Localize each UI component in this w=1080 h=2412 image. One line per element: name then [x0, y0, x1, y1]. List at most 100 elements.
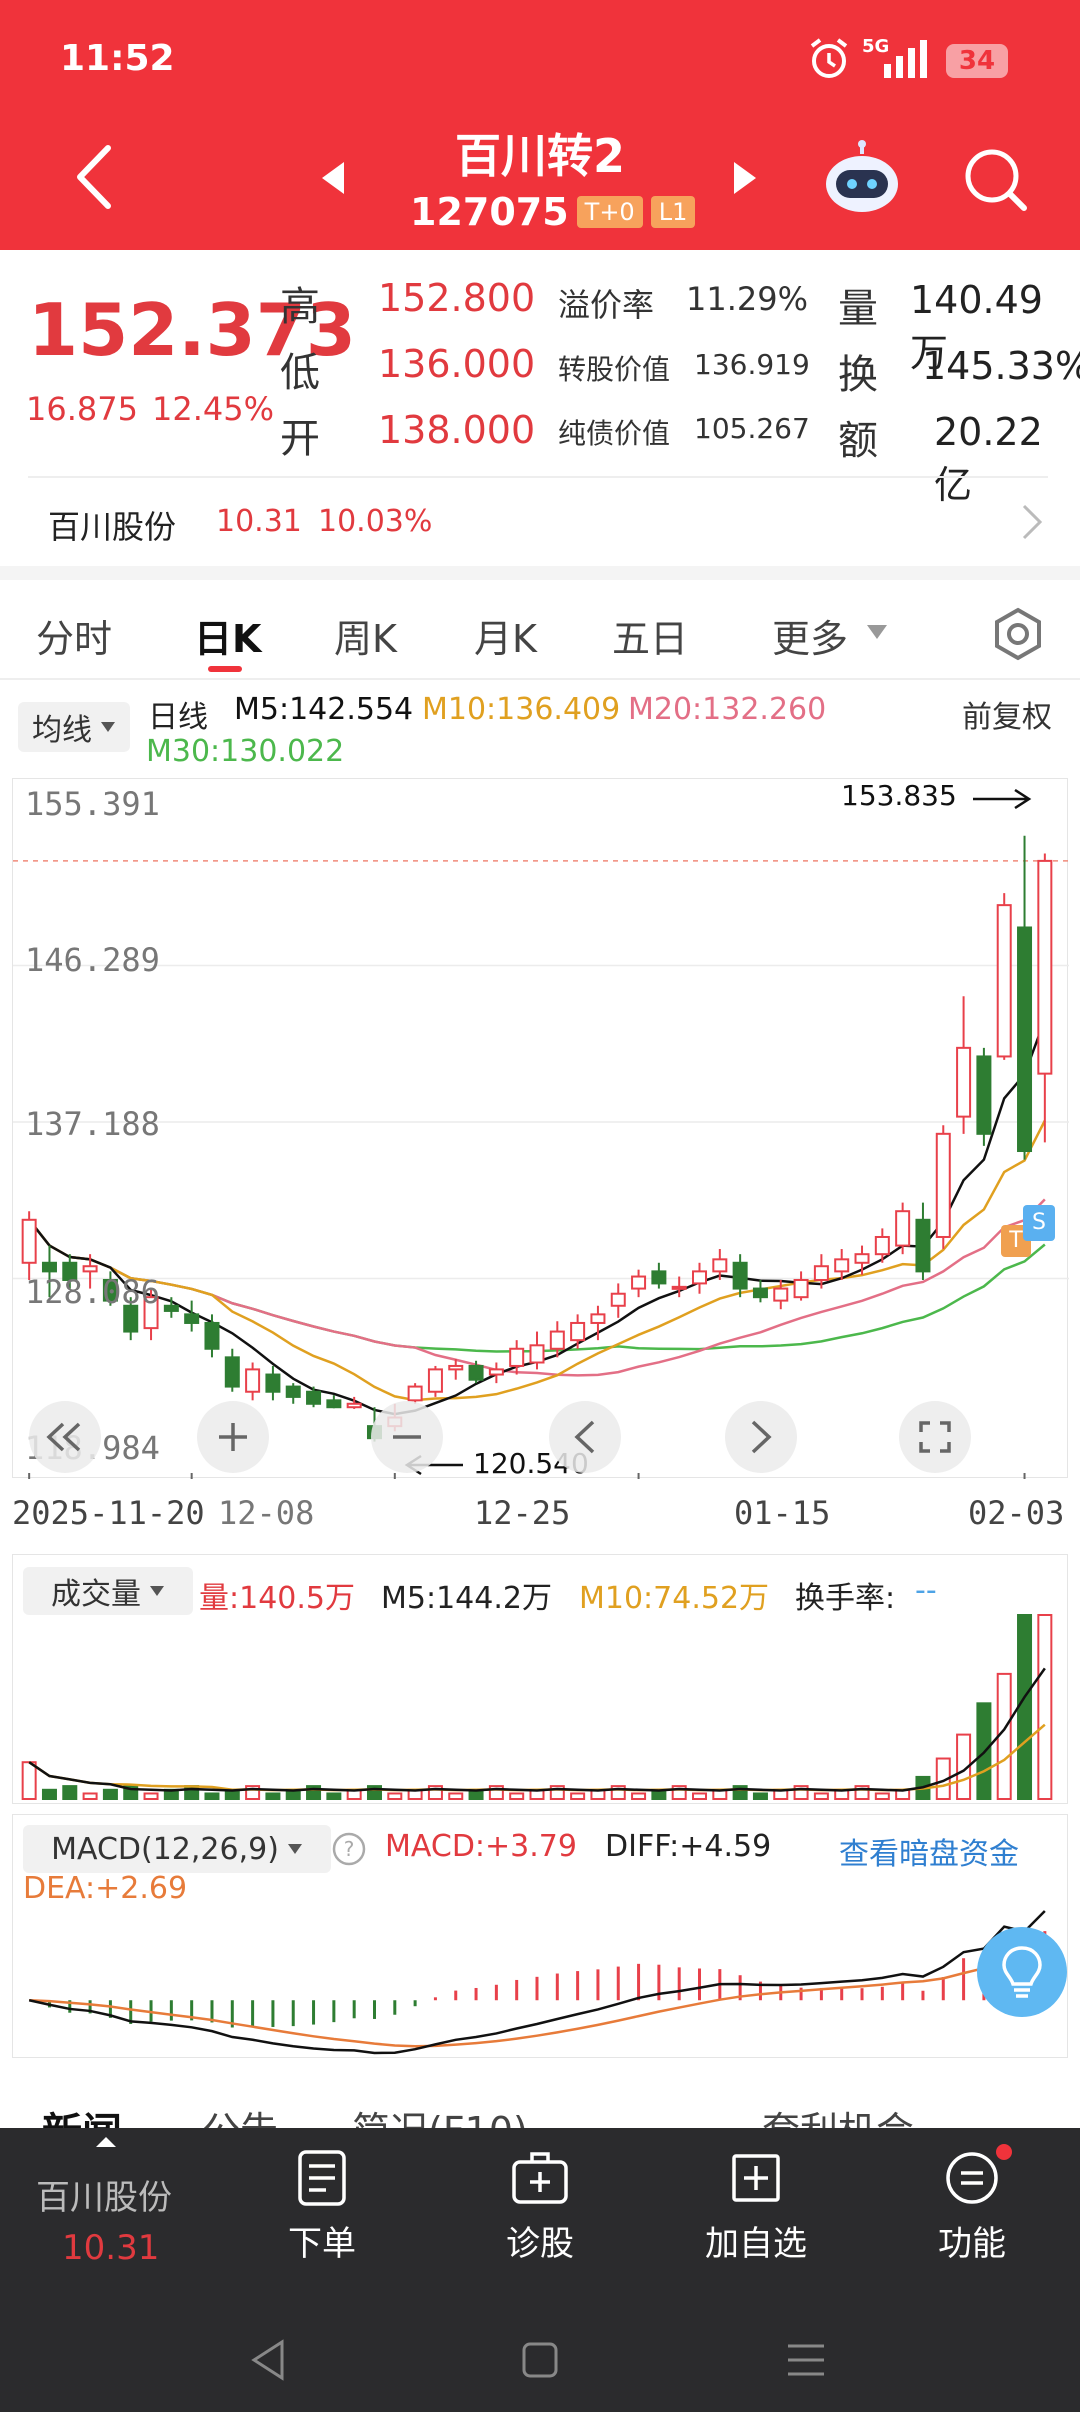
date-label-3: 12-25	[474, 1494, 571, 1532]
period-label: 日线	[148, 700, 208, 735]
volume-bar	[1017, 1614, 1033, 1800]
candle	[1037, 859, 1053, 1075]
dark-pool-funds-link[interactable]: 查看暗盘资金	[839, 1829, 1019, 1873]
arrow-right-icon	[971, 787, 1033, 811]
ma20-value: M20:132.260	[628, 692, 827, 727]
chart-tabs: 分时 日K 周K 月K 五日 更多	[0, 580, 1080, 680]
candle	[915, 1218, 931, 1273]
bottom-nav: 百川股份 10.31 下单 诊股 加自选 功能	[0, 2128, 1080, 2412]
volume-bar	[102, 1788, 118, 1801]
volume-bar	[265, 1792, 281, 1800]
chevron-down-icon	[101, 722, 115, 732]
candle	[285, 1385, 301, 1398]
chevron-down-icon	[866, 624, 888, 640]
scroll-left-button[interactable]	[549, 1401, 621, 1473]
active-tab-indicator	[208, 666, 242, 672]
order-button[interactable]: 下单	[232, 2148, 412, 2265]
bond-value: 105.267	[694, 412, 810, 445]
settings-icon[interactable]	[990, 606, 1046, 662]
tab-arbitrage[interactable]: 套利机会	[762, 2100, 914, 2128]
volume-bar	[509, 1792, 525, 1800]
date-label-2: 12-08	[218, 1494, 315, 1532]
volume-bar	[387, 1792, 403, 1800]
high-label: 高	[280, 284, 320, 330]
indicator-selector[interactable]: 均线	[18, 702, 130, 752]
premium-value: 11.29%	[686, 280, 809, 318]
tab-intraday[interactable]: 分时	[36, 608, 112, 663]
diagnose-button[interactable]: 诊股	[450, 2148, 630, 2265]
macd-panel[interactable]: MACD(12,26,9) ? MACD:+3.79 DIFF:+4.59 查看…	[12, 1814, 1068, 2058]
t0-badge: T+0	[576, 196, 643, 228]
stock-code: 127075	[410, 190, 569, 234]
scroll-right-button[interactable]	[725, 1401, 797, 1473]
adjust-mode[interactable]: 前复权	[962, 692, 1052, 736]
zoom-out-button[interactable]	[371, 1401, 443, 1473]
tab-weekly-k[interactable]: 周K	[334, 608, 397, 663]
robot-assistant-icon[interactable]	[820, 140, 904, 216]
tab-more[interactable]: 更多	[772, 608, 848, 663]
candle	[306, 1390, 322, 1405]
zoom-in-button[interactable]	[197, 1401, 269, 1473]
section-gap	[0, 566, 1080, 580]
news-section-tabs: 新闻 公告 简况(F10) 套利机会	[0, 2060, 1080, 2128]
battery-icon: 34	[946, 44, 1008, 78]
volume-bar	[326, 1792, 342, 1800]
system-home-icon[interactable]	[520, 2340, 560, 2380]
candle	[854, 1253, 870, 1264]
candle	[1017, 926, 1033, 1153]
back-icon[interactable]	[70, 142, 120, 212]
tab-news[interactable]: 新闻	[42, 2100, 122, 2128]
volume-bar	[143, 1792, 159, 1800]
next-stock-icon[interactable]	[730, 160, 760, 196]
macd-value: MACD:+3.79	[385, 1829, 577, 1864]
ma10-value: M10:136.409	[422, 692, 621, 727]
signal-marker-icon[interactable]: S	[1023, 1205, 1055, 1241]
tab-monthly-k[interactable]: 月K	[474, 608, 537, 663]
quote-panel: 152.373 16.875 12.45% 高 152.800 低 136.00…	[0, 250, 1080, 570]
search-icon[interactable]	[962, 146, 1028, 212]
candle	[163, 1304, 179, 1312]
volume-panel[interactable]: 成交量 量:140.5万 M5:144.2万 M10:74.52万 换手率: -…	[12, 1554, 1068, 1804]
candle	[895, 1210, 911, 1247]
system-menu-icon[interactable]	[786, 2342, 826, 2378]
candle	[732, 1261, 748, 1290]
volume-svg	[21, 1614, 1053, 1801]
candle	[712, 1258, 728, 1273]
svg-text:?: ?	[344, 1837, 355, 1861]
lightbulb-button[interactable]	[977, 1927, 1067, 2017]
scroll-to-start-button[interactable]	[29, 1401, 101, 1473]
tab-daily-k[interactable]: 日K	[194, 608, 261, 663]
candle	[346, 1402, 362, 1409]
add-watchlist-button[interactable]: 加自选	[666, 2148, 846, 2265]
candle	[631, 1275, 647, 1290]
help-icon[interactable]: ?	[331, 1831, 367, 1867]
macd-indicator-selector[interactable]: MACD(12,26,9)	[23, 1825, 331, 1873]
functions-button[interactable]: 功能	[882, 2144, 1062, 2265]
volume-bar	[631, 1792, 647, 1800]
system-back-icon[interactable]	[248, 2338, 288, 2382]
amount-label: 额	[838, 418, 878, 464]
low-value: 136.000	[378, 342, 536, 386]
candle	[874, 1235, 890, 1256]
y-label-2: 146.289	[25, 941, 160, 979]
underlying-quick-quote[interactable]: 百川股份 10.31	[0, 2128, 216, 2278]
low-label: 低	[280, 350, 320, 396]
page-title: 百川转2	[454, 129, 625, 183]
lightbulb-icon	[1002, 1946, 1042, 1998]
status-time: 11:52	[60, 38, 175, 79]
nav-stock-price: 10.31	[62, 2228, 160, 2268]
tab-f10[interactable]: 简况(F10)	[352, 2100, 528, 2128]
date-label-1: 2025-11-20	[12, 1494, 205, 1532]
bond-value-label: 纯债价值	[558, 417, 671, 450]
conversion-value: 136.919	[694, 348, 810, 381]
underlying-stock-row[interactable]: 百川股份 10.31 10.03%	[0, 482, 1080, 562]
candle	[610, 1292, 626, 1307]
kline-chart[interactable]: 155.391 146.289 137.188 128.086 118.984 …	[12, 778, 1069, 1480]
kline-legend: 均线 日线 M5:142.554 M10:136.409 M20:132.260…	[0, 684, 1080, 780]
tab-announcements[interactable]: 公告	[202, 2100, 278, 2128]
candle	[326, 1399, 342, 1409]
candle	[935, 1132, 951, 1238]
prev-stock-icon[interactable]	[318, 160, 348, 196]
fullscreen-button[interactable]	[899, 1401, 971, 1473]
tab-five-day[interactable]: 五日	[612, 608, 688, 663]
